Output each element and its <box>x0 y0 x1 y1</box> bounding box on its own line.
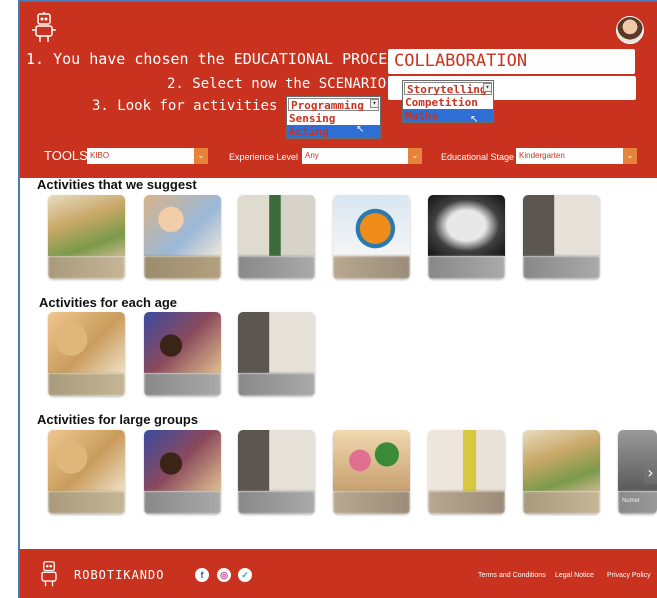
activity-card[interactable] <box>144 430 221 514</box>
scenario-option-competition[interactable]: Competition <box>403 96 493 109</box>
tools-label: TOOLS <box>44 148 88 163</box>
scenario-option-storytelling[interactable]: Storytelling <box>404 82 492 96</box>
legal-notice-link[interactable]: Legal Notice <box>555 572 594 579</box>
tools-select[interactable]: KIBO ⌄ <box>87 148 208 164</box>
terms-link[interactable]: Terms and Conditions <box>478 572 546 579</box>
mouse-cursor-icon: ↖ <box>470 114 479 125</box>
carousel-next-icon[interactable]: › <box>644 462 657 484</box>
mouse-cursor-icon: ↖ <box>356 124 365 135</box>
activity-card[interactable] <box>144 312 221 396</box>
experience-label: Experience Level <box>229 152 299 162</box>
scenario-option-maths[interactable]: Maths <box>403 109 493 122</box>
section-title-suggest: Activities that we suggest <box>37 177 197 192</box>
activity-card[interactable] <box>238 430 315 514</box>
stage-label: Educational Stage <box>441 152 515 162</box>
activity-card[interactable] <box>523 195 600 279</box>
experience-value: Any <box>305 151 319 160</box>
experience-select[interactable]: Any ⌄ <box>302 148 422 164</box>
scenario-dropdown[interactable]: Storytelling Competition Maths ▾ <box>402 80 494 123</box>
activity-card[interactable] <box>48 312 125 396</box>
stage-value: Kindergarten <box>519 151 565 160</box>
step1-text: 1. You have chosen the EDUCATIONAL PROCE… <box>26 50 406 68</box>
section-title-age: Activities for each age <box>39 295 177 310</box>
activity-card[interactable] <box>144 195 221 279</box>
step2-text: 2. Select now the SCENARIO <box>167 76 387 92</box>
facebook-icon[interactable]: f <box>195 568 209 582</box>
scenario-dropdown-arrow-icon[interactable]: ▾ <box>483 83 492 92</box>
activity-card[interactable] <box>238 312 315 396</box>
activity-card[interactable] <box>48 195 125 279</box>
chevron-down-icon[interactable]: ⌄ <box>194 148 208 164</box>
section-title-groups: Activities for large groups <box>37 412 199 427</box>
activity-card[interactable] <box>333 430 410 514</box>
on-option-acting[interactable]: Acting <box>287 125 380 138</box>
privacy-policy-link[interactable]: Privacy Policy <box>607 572 651 579</box>
step3-text: 3. Look for activities ON <box>92 98 303 114</box>
stage-select[interactable]: Kindergarten ⌄ <box>516 148 637 164</box>
twitter-icon[interactable]: ✓ <box>238 568 252 582</box>
robot-logo-icon[interactable] <box>38 560 60 588</box>
robot-logo-icon[interactable] <box>32 12 56 44</box>
card-caption: Numer <box>622 498 641 504</box>
chevron-down-icon[interactable]: ⌄ <box>623 148 637 164</box>
on-option-programming[interactable]: Programming <box>288 98 379 112</box>
activity-card[interactable] <box>428 195 505 279</box>
activity-card[interactable] <box>238 195 315 279</box>
activity-card[interactable] <box>523 430 600 514</box>
on-option-sensing[interactable]: Sensing <box>287 112 380 125</box>
chevron-down-icon[interactable]: ⌄ <box>408 148 422 164</box>
activity-card[interactable] <box>48 430 125 514</box>
instagram-icon[interactable]: ◎ <box>217 568 231 582</box>
user-avatar[interactable] <box>616 16 644 44</box>
tools-value: KIBO <box>90 151 110 160</box>
on-dropdown-arrow-icon[interactable]: ▾ <box>370 99 379 108</box>
footer-brand: ROBOTIKANDO <box>74 568 165 582</box>
process-field[interactable]: COLLABORATION <box>388 49 635 74</box>
activities-on-dropdown[interactable]: Programming Sensing Acting ▾ <box>286 96 381 139</box>
activity-card[interactable] <box>333 195 410 279</box>
process-value: COLLABORATION <box>394 51 528 71</box>
activity-card[interactable] <box>428 430 505 514</box>
